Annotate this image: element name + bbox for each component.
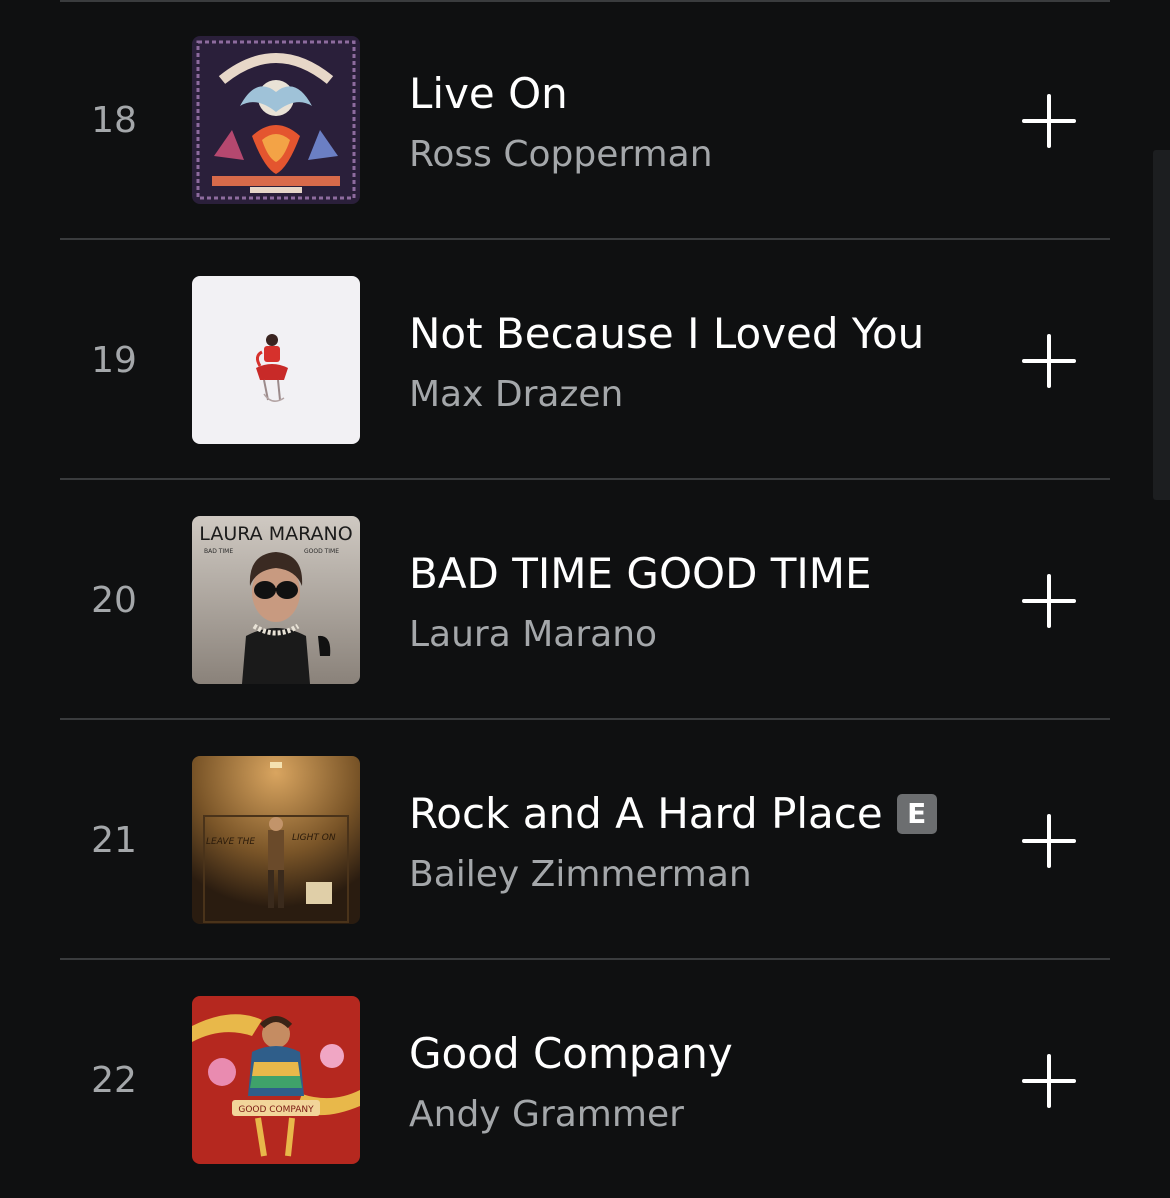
track-row[interactable]: 19 Not Because I Loved You Max Drazen	[0, 240, 1150, 480]
track-title-line: Good Company	[409, 1028, 733, 1080]
add-button[interactable]	[1016, 808, 1082, 874]
track-artist[interactable]: Bailey Zimmerman	[409, 853, 752, 897]
track-artist[interactable]: Ross Copperman	[409, 133, 713, 177]
track-title-line: Rock and A Hard Place E	[409, 788, 937, 840]
explicit-badge: E	[896, 794, 937, 834]
plus-icon	[1022, 94, 1076, 148]
track-title[interactable]: Rock and A Hard Place	[409, 788, 883, 840]
track-row[interactable]: 21 LEAVE THE LIGHT ON Rock and A Hard Pl…	[0, 720, 1150, 960]
track-title-line: Not Because I Loved You	[409, 308, 924, 360]
album-art[interactable]	[192, 36, 360, 204]
art-left-text: LEAVE THE	[206, 837, 255, 847]
plus-icon	[1022, 574, 1076, 628]
album-art-andy-grammer: GOOD COMPANY	[192, 996, 360, 1164]
track-rank: 21	[91, 820, 137, 861]
track-title-line: BAD TIME GOOD TIME	[409, 548, 872, 600]
add-button[interactable]	[1016, 88, 1082, 154]
track-title[interactable]: Not Because I Loved You	[409, 308, 924, 360]
track-list-screen: 18 Live On Ross Copperman 19 Not Because…	[0, 0, 1170, 1198]
track-rank: 20	[91, 580, 137, 621]
album-art[interactable]: LEAVE THE LIGHT ON	[192, 756, 360, 924]
album-art-ross-copperman	[192, 36, 360, 204]
art-left-text: BAD TIME	[204, 548, 233, 555]
plus-icon	[1022, 334, 1076, 388]
album-art-max-drazen	[192, 276, 360, 444]
scrollbar[interactable]	[1153, 150, 1170, 500]
album-art[interactable]	[192, 276, 360, 444]
art-right-text: LIGHT ON	[292, 833, 336, 843]
track-title[interactable]: Good Company	[409, 1028, 733, 1080]
album-art-bailey-zimmerman: LEAVE THE LIGHT ON	[192, 756, 360, 924]
add-button[interactable]	[1016, 568, 1082, 634]
album-art-laura-marano: LAURA MARANO BAD TIME GOOD TIME	[192, 516, 360, 684]
art-banner-text: GOOD COMPANY	[238, 1105, 314, 1115]
track-title[interactable]: BAD TIME GOOD TIME	[409, 548, 872, 600]
add-button[interactable]	[1016, 1048, 1082, 1114]
track-row[interactable]: 20 LAURA MARANO BAD TIME GOOD TIME BAD T…	[0, 480, 1150, 720]
track-title[interactable]: Live On	[409, 68, 568, 120]
track-artist[interactable]: Andy Grammer	[409, 1093, 684, 1137]
track-rank: 18	[91, 100, 137, 141]
plus-icon	[1022, 1054, 1076, 1108]
album-art[interactable]: LAURA MARANO BAD TIME GOOD TIME	[192, 516, 360, 684]
track-artist[interactable]: Max Drazen	[409, 373, 623, 417]
add-button[interactable]	[1016, 328, 1082, 394]
plus-icon	[1022, 814, 1076, 868]
art-header-text: LAURA MARANO	[199, 523, 352, 545]
track-title-line: Live On	[409, 68, 568, 120]
track-rank: 19	[91, 340, 137, 381]
track-row[interactable]: 18 Live On Ross Copperman	[0, 0, 1150, 240]
track-rank: 22	[91, 1060, 137, 1101]
track-row[interactable]: 22 GOOD COMPANY Good Company Andy Gramme	[0, 960, 1150, 1198]
album-art[interactable]: GOOD COMPANY	[192, 996, 360, 1164]
track-artist[interactable]: Laura Marano	[409, 613, 657, 657]
art-right-text: GOOD TIME	[304, 548, 339, 555]
